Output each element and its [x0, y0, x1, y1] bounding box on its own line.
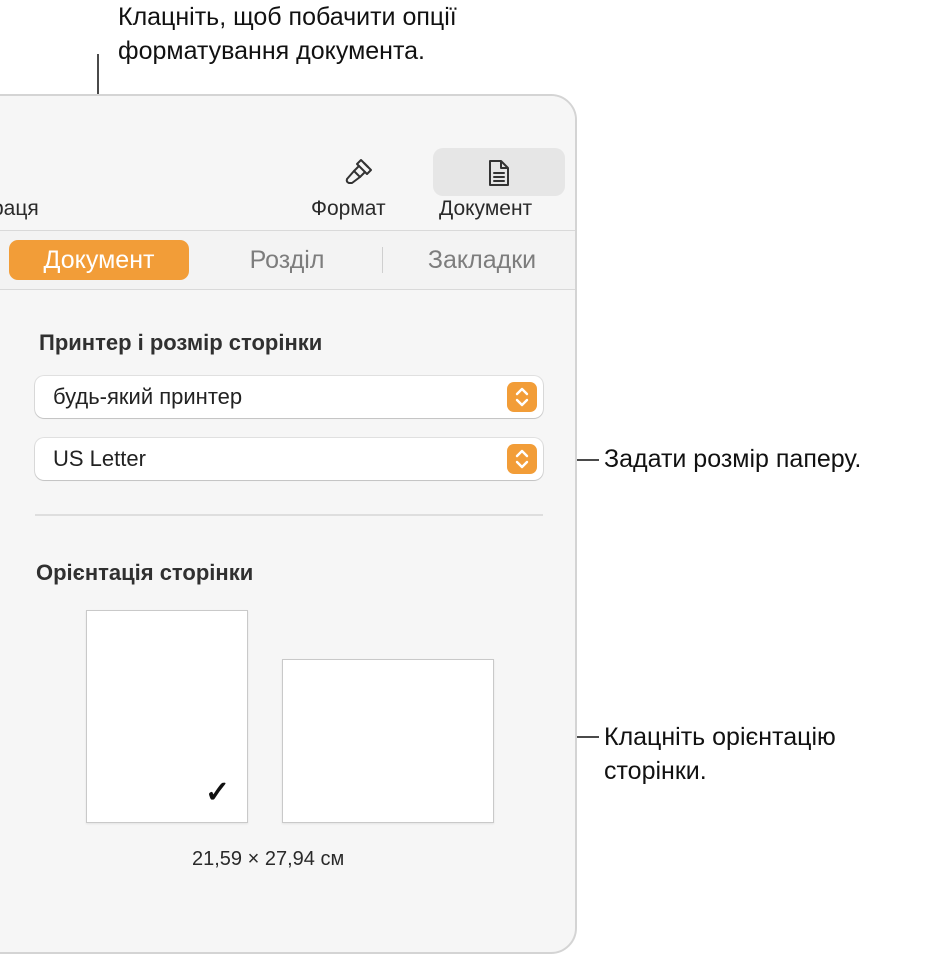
section-divider	[35, 514, 543, 516]
format-label: Формат	[311, 197, 386, 220]
tab-section[interactable]: Розділ	[227, 240, 347, 280]
printer-stepper-icon[interactable]	[507, 382, 537, 412]
format-button[interactable]: Формат	[307, 148, 411, 224]
paper-size-popup[interactable]: US Letter	[35, 438, 543, 480]
paintbrush-icon	[343, 154, 377, 193]
inspector-panel: раця Формат	[0, 94, 577, 954]
paper-size-popup-value: US Letter	[53, 446, 146, 471]
callout-document-options: Клацніть, щоб побачити опції форматуванн…	[118, 3, 457, 65]
toolbar-arrange-label[interactable]: раця	[0, 197, 39, 221]
printer-section-title: Принтер і розмір сторінки	[39, 330, 323, 355]
printer-popup-value: будь-який принтер	[53, 384, 243, 409]
document-button[interactable]	[433, 148, 565, 196]
document-icon	[485, 158, 513, 193]
paper-size-stepper-icon[interactable]	[507, 444, 537, 474]
callout-orientation: Клацніть орієнтацію сторінки.	[604, 723, 836, 785]
landscape-orientation-option[interactable]	[282, 659, 494, 823]
portrait-orientation-option[interactable]: ✓	[86, 610, 248, 823]
page-dimensions: 21,59 × 27,94 см	[192, 848, 345, 870]
document-label: Документ	[439, 197, 533, 220]
callout-paper-size: Задати розмір паперу.	[604, 445, 862, 473]
orientation-section-title: Орієнтація сторінки	[36, 560, 254, 585]
printer-popup[interactable]: будь-який принтер	[35, 376, 543, 418]
tab-separator	[382, 247, 383, 273]
tab-document[interactable]: Документ	[9, 240, 189, 280]
tab-bookmarks[interactable]: Закладки	[407, 240, 557, 280]
inspector-toolbar: раця Формат	[0, 96, 575, 230]
checkmark-icon: ✓	[205, 776, 231, 809]
tab-bar: Документ Розділ Закладки	[0, 230, 575, 290]
